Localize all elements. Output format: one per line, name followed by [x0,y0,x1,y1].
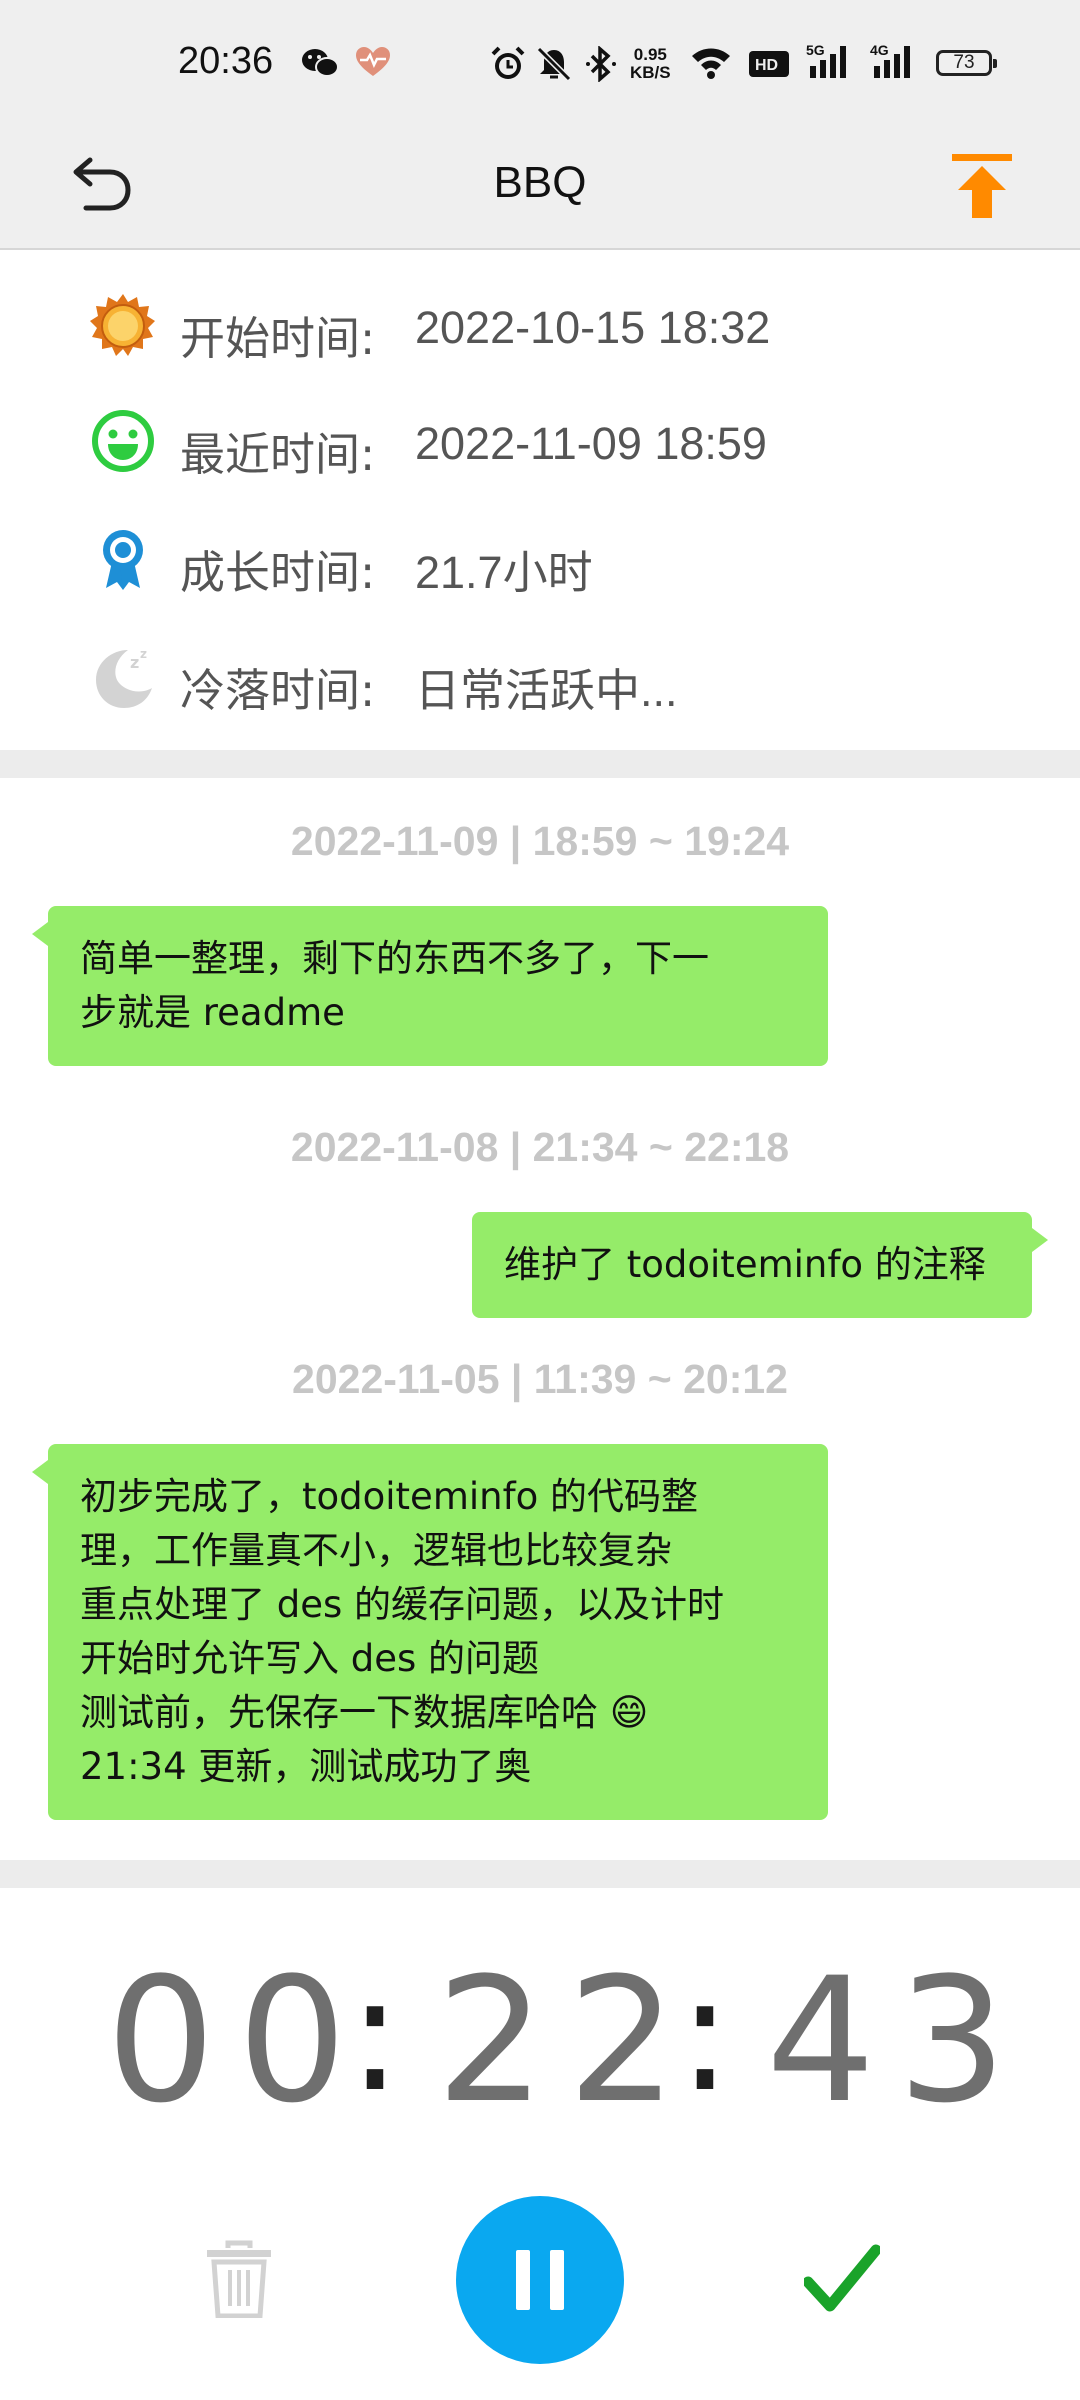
task-info-panel: 开始时间: 2022-10-15 18:32 最近时间: 2022-11-09 … [0,250,1080,750]
svg-text:z: z [130,653,139,672]
timer-minutes: 22 [436,1940,699,2141]
hd-voice-icon: HD [748,50,790,82]
svg-text:z: z [140,647,147,661]
timer-colon: : [678,1940,732,2127]
log-entry-bubble[interactable]: 维护了 todoiteminfo 的注释 [472,1212,1048,1318]
status-bar: 20:36 0.95 KB/S HD 5G 4G 73 [0,0,1080,128]
net-5g-label: 5G [806,42,825,58]
growth-time-value: 21.7小时 [415,547,593,598]
upload-button[interactable] [942,146,1022,226]
checkmark-icon [802,2244,882,2312]
hd-label: HD [755,57,778,74]
confirm-button[interactable] [802,2244,882,2314]
net-speed-value: 0.95 [633,45,667,64]
timer-hours: 00 [106,1940,369,2141]
recent-time-value: 2022-11-09 18:59 [415,418,767,469]
idle-time-row: z z 冷落时间: 日常活跃中... [0,636,1080,717]
wifi-icon [690,46,732,84]
start-time-label: 开始时间: [180,312,376,365]
idle-time-value: 日常活跃中... [415,665,678,716]
award-badge-icon [90,526,156,592]
delete-button[interactable] [204,2240,274,2319]
upload-to-top-icon [952,154,1012,218]
signal-5g-icon: 5G [806,42,854,86]
alarm-icon [490,46,526,86]
section-divider [0,750,1080,778]
net-4g-label: 4G [870,42,889,58]
growth-time-row: 成长时间: 21.7小时 [0,518,1080,599]
wechat-icon [300,46,340,84]
recent-time-label: 最近时间: [180,428,376,481]
page-title: BBQ [493,158,587,207]
elapsed-timer: 00 : 22 : 43 [0,1940,1080,2141]
timer-seconds: 43 [766,1940,1029,2141]
start-time-row: 开始时间: 2022-10-15 18:32 [0,284,1080,365]
app-header: BBQ [0,128,1080,250]
trash-icon [207,2240,271,2319]
health-heart-icon [354,46,392,82]
log-entry-bubble[interactable]: 简单一整理，剩下的东西不多了，下一 步就是 readme [32,906,828,1066]
idle-time-label: 冷落时间: [180,664,376,717]
log-timestamp: 2022-11-08 | 21:34 ~ 22:18 [290,1124,790,1170]
log-entry-bubble[interactable]: 初步完成了，todoiteminfo 的代码整 理，工作量真不小，逻辑也比较复杂… [32,1444,828,1820]
recent-time-row: 最近时间: 2022-11-09 18:59 [0,400,1080,481]
timer-colon: : [348,1940,402,2127]
log-timestamp: 2022-11-05 | 11:39 ~ 20:12 [292,1356,788,1402]
net-speed-unit: KB/S [630,63,671,82]
section-divider [0,1860,1080,1888]
mute-bell-icon [536,46,572,86]
moon-sleep-icon: z z [90,644,156,710]
net-speed: 0.95 KB/S [630,46,671,82]
signal-4g-icon: 4G [870,42,918,86]
status-time: 20:36 [178,40,274,82]
start-time-value: 2022-10-15 18:32 [415,302,771,353]
pause-button[interactable] [456,2196,624,2364]
growth-time-label: 成长时间: [180,546,376,599]
bluetooth-icon [584,45,618,86]
sun-icon [90,292,156,358]
battery-indicator: 73 [936,50,997,76]
log-timestamp: 2022-11-09 | 18:59 ~ 19:24 [290,818,790,864]
smiley-icon [90,408,156,474]
